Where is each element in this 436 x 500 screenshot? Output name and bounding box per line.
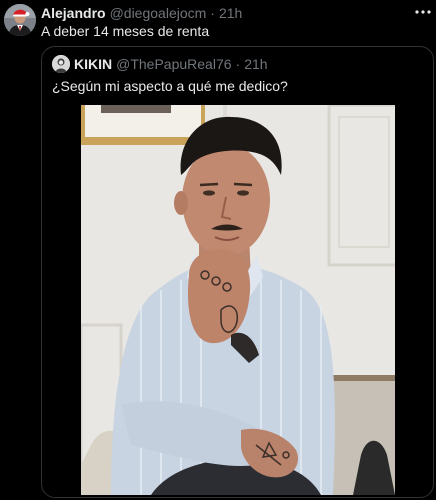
quoted-timestamp: 21h bbox=[244, 56, 268, 72]
quoted-separator: · bbox=[235, 56, 241, 72]
avatar[interactable] bbox=[4, 4, 36, 36]
avatar-image bbox=[4, 4, 36, 36]
more-horizontal-icon bbox=[415, 10, 431, 14]
tweet-timestamp[interactable]: 21h bbox=[219, 5, 242, 21]
quoted-tweet-header: KIKIN @ThePapuReal76 · 21h bbox=[52, 55, 268, 73]
tweet-text: A deber 14 meses de renta bbox=[41, 23, 210, 39]
author-handle[interactable]: @diegoalejocm bbox=[110, 5, 207, 21]
photo-image bbox=[81, 105, 395, 495]
quoted-avatar-image bbox=[52, 55, 70, 73]
quoted-tweet[interactable]: KIKIN @ThePapuReal76 · 21h ¿Según mi asp… bbox=[41, 46, 434, 498]
quoted-avatar bbox=[52, 55, 70, 73]
quoted-author-name: KIKIN bbox=[74, 56, 113, 72]
more-button[interactable] bbox=[414, 4, 432, 20]
quoted-author-handle: @ThePapuReal76 bbox=[116, 56, 232, 72]
tweet-header: Alejandro @diegoalejocm · 21h bbox=[41, 5, 242, 21]
quoted-tweet-text: ¿Según mi aspecto a qué me dedico? bbox=[52, 78, 288, 94]
author-name[interactable]: Alejandro bbox=[41, 5, 106, 21]
quoted-media-photo[interactable] bbox=[81, 105, 395, 495]
tweet: Alejandro @diegoalejocm · 21h A deber 14… bbox=[0, 0, 436, 500]
separator: · bbox=[210, 5, 215, 21]
